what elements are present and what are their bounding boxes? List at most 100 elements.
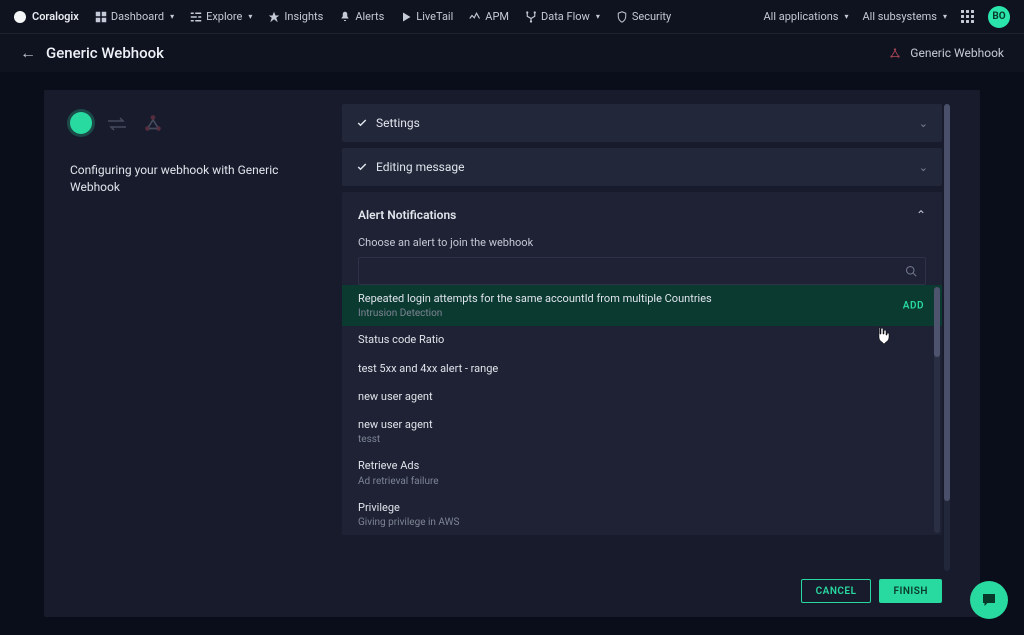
- applications-filter-label: All applications: [763, 10, 838, 23]
- alert-item[interactable]: Repeated login attempts for the same acc…: [342, 285, 942, 326]
- logo[interactable]: Coralogix: [14, 10, 79, 23]
- left-column: Configuring your webhook with Generic We…: [44, 90, 342, 617]
- chat-icon: [980, 591, 998, 609]
- page-header: ← Generic Webhook Generic Webhook: [0, 34, 1024, 72]
- alert-search[interactable]: [358, 257, 926, 285]
- chevron-down-icon: ▾: [943, 12, 947, 21]
- alert-item[interactable]: new user agent: [342, 383, 942, 411]
- alert-search-input[interactable]: [367, 265, 905, 277]
- alert-item-sub: Ad retrieval failure: [358, 476, 926, 487]
- content-stack: Settings ⌄ Editing message ⌄ Alert Notif…: [342, 104, 942, 535]
- back-arrow-icon[interactable]: ←: [20, 43, 36, 63]
- nav-apm[interactable]: APM: [469, 10, 509, 23]
- chevron-down-icon: ▾: [844, 12, 848, 21]
- nav-security[interactable]: Security: [616, 10, 671, 23]
- logo-text: Coralogix: [32, 10, 79, 23]
- finish-button[interactable]: FINISH: [879, 579, 942, 603]
- alert-notifications-label: Alert Notifications: [358, 208, 456, 222]
- sync-arrows-icon: [106, 116, 128, 130]
- section-editing-message[interactable]: Editing message ⌄: [342, 148, 942, 186]
- nav-items: Dashboard ▾ Explore ▾ Insights Alerts Li…: [95, 10, 671, 23]
- alert-section-header[interactable]: Alert Notifications ⌃: [358, 208, 926, 222]
- subsystems-filter[interactable]: All subsystems ▾: [862, 10, 947, 23]
- apm-icon: [469, 11, 481, 23]
- nav-apm-label: APM: [485, 10, 509, 23]
- header-right-label: Generic Webhook: [910, 46, 1004, 60]
- page-title: Generic Webhook: [46, 44, 164, 62]
- nav-security-label: Security: [632, 10, 671, 23]
- chevron-down-icon: ▾: [248, 12, 252, 21]
- logo-icon: [14, 11, 26, 23]
- alert-item-name: Status code Ratio: [358, 333, 926, 347]
- section-editing-message-label: Editing message: [376, 160, 464, 174]
- main-panel: Configuring your webhook with Generic We…: [44, 90, 980, 617]
- alert-item-sub: Giving privilege in AWS: [358, 517, 926, 528]
- cancel-button[interactable]: CANCEL: [801, 579, 872, 603]
- header-right: Generic Webhook: [888, 46, 1004, 60]
- icon-row: [70, 112, 164, 134]
- nav-insights-label: Insights: [284, 10, 323, 23]
- alert-item-sub: Intrusion Detection: [358, 308, 926, 319]
- alert-item-sub: tesst: [358, 434, 926, 445]
- subsystems-filter-label: All subsystems: [862, 10, 937, 23]
- section-settings-label: Settings: [376, 116, 420, 130]
- top-nav: Coralogix Dashboard ▾ Explore ▾ Insights…: [0, 0, 1024, 34]
- check-icon: [356, 117, 368, 129]
- choose-alert-label: Choose an alert to join the webhook: [358, 236, 926, 249]
- insights-icon: [268, 11, 280, 23]
- chevron-down-icon: ▾: [596, 12, 600, 21]
- nav-dataflow-label: Data Flow: [541, 10, 590, 23]
- nav-livetail-label: LiveTail: [416, 10, 453, 23]
- alert-item-name: new user agent: [358, 418, 926, 432]
- chat-bubble[interactable]: [970, 581, 1008, 619]
- alert-item-name: test 5xx and 4xx alert - range: [358, 362, 926, 376]
- config-text: Configuring your webhook with Generic We…: [70, 162, 316, 196]
- bell-icon: [339, 11, 351, 23]
- alert-item-name: Privilege: [358, 501, 926, 515]
- chevron-down-icon: ▾: [170, 12, 174, 21]
- actions-row: CANCEL FINISH: [342, 579, 952, 603]
- nav-insights[interactable]: Insights: [268, 10, 323, 23]
- alert-item-name: Retrieve Ads: [358, 459, 926, 473]
- dashboard-icon: [95, 11, 107, 23]
- alert-item-name: Repeated login attempts for the same acc…: [358, 292, 926, 306]
- section-settings[interactable]: Settings ⌄: [342, 104, 942, 142]
- scroll-area: Settings ⌄ Editing message ⌄ Alert Notif…: [342, 104, 952, 571]
- alert-item[interactable]: Privilege Giving privilege in AWS: [342, 494, 942, 535]
- alert-item[interactable]: Status code Ratio: [342, 326, 942, 354]
- webhook-icon: [888, 46, 902, 60]
- add-button[interactable]: ADD: [903, 300, 924, 311]
- right-column: Settings ⌄ Editing message ⌄ Alert Notif…: [342, 90, 980, 617]
- alert-list-scroll-thumb[interactable]: [934, 287, 940, 357]
- chevron-down-icon: ⌄: [919, 117, 928, 130]
- alert-list-scrollbar[interactable]: [934, 287, 940, 533]
- play-icon: [400, 11, 412, 23]
- avatar[interactable]: BO: [988, 6, 1010, 28]
- dataflow-icon: [525, 11, 537, 23]
- webhook-logo-icon: [142, 112, 164, 134]
- check-icon: [356, 161, 368, 173]
- nav-alerts[interactable]: Alerts: [339, 10, 384, 23]
- alert-item-name: new user agent: [358, 390, 926, 404]
- nav-dashboard[interactable]: Dashboard ▾: [95, 10, 174, 23]
- nav-explore[interactable]: Explore ▾: [190, 10, 252, 23]
- alert-item[interactable]: Retrieve Ads Ad retrieval failure: [342, 452, 942, 493]
- apps-grid-icon[interactable]: [961, 10, 974, 23]
- panel-scroll-thumb[interactable]: [944, 104, 950, 501]
- alert-item[interactable]: test 5xx and 4xx alert - range: [342, 355, 942, 383]
- nav-dataflow[interactable]: Data Flow ▾: [525, 10, 600, 23]
- applications-filter[interactable]: All applications ▾: [763, 10, 848, 23]
- source-circle-icon: [70, 112, 92, 134]
- chevron-up-icon: ⌃: [916, 208, 926, 222]
- nav-explore-label: Explore: [206, 10, 242, 23]
- nav-livetail[interactable]: LiveTail: [400, 10, 453, 23]
- nav-dashboard-label: Dashboard: [111, 10, 164, 23]
- alert-item[interactable]: new user agent tesst: [342, 411, 942, 452]
- main-wrap: Configuring your webhook with Generic We…: [0, 72, 1024, 635]
- explore-icon: [190, 11, 202, 23]
- search-icon: [905, 265, 917, 277]
- section-alert-notifications: Alert Notifications ⌃ Choose an alert to…: [342, 192, 942, 535]
- alert-list: Repeated login attempts for the same acc…: [342, 285, 942, 535]
- nav-alerts-label: Alerts: [355, 10, 384, 23]
- chevron-down-icon: ⌄: [919, 161, 928, 174]
